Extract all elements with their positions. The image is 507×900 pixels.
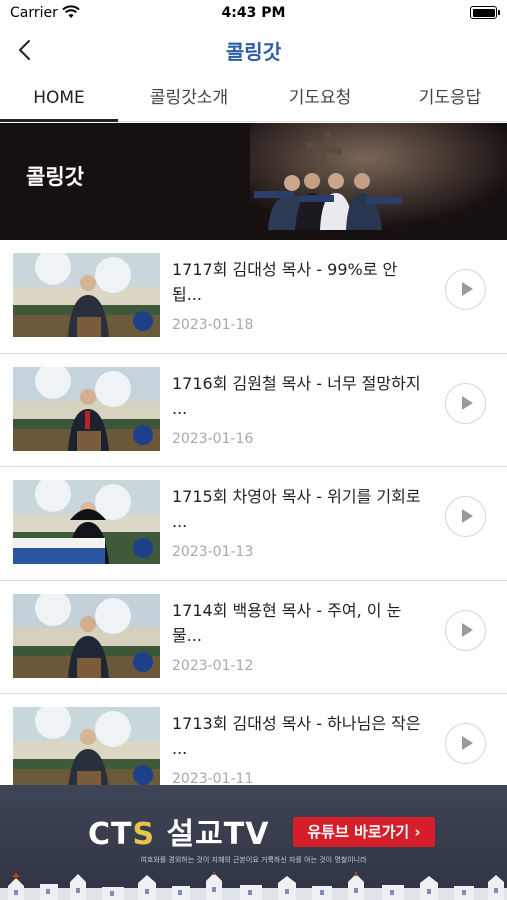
video-item[interactable]: 1716회 김원철 목사 - 너무 절망하지 ... 2023-01-16 [0, 354, 507, 467]
video-thumbnail [13, 480, 160, 564]
play-button[interactable] [445, 723, 486, 764]
play-button[interactable] [445, 609, 486, 651]
video-title: 1717회 김대성 목사 - 99%로 안 됩... [172, 260, 398, 304]
play-icon [462, 282, 473, 296]
video-date: 2023-01-12 [172, 657, 254, 674]
video-list: 1717회 김대성 목사 - 99%로 안 됩... 2023-01-18 17… [0, 240, 507, 785]
video-date: 2023-01-11 [172, 771, 254, 785]
ad-tagline: 여호와를 경외하는 것이 지혜의 근본이요 거룩하신 자를 아는 것이 명철이니… [140, 856, 367, 864]
video-item[interactable]: 1715회 차영아 목사 - 위기를 기회로 ... 2023-01-13 [0, 467, 507, 581]
banner-title: 콜링갓 [26, 165, 84, 189]
play-icon [462, 736, 473, 750]
play-button[interactable] [445, 382, 486, 424]
tab-introduction[interactable]: 콜링갓소개 [127, 76, 251, 122]
program-banner: 콜링갓 [0, 123, 507, 240]
tab-bar: HOME 콜링갓소개 기도요청 기도응답 [0, 76, 507, 122]
town-skyline-illustration [0, 872, 507, 900]
page-title: 콜링갓 [225, 40, 282, 64]
video-item[interactable]: 1717회 김대성 목사 - 99%로 안 됩... 2023-01-18 [0, 240, 507, 354]
logo-text-prefix: CT [88, 817, 133, 852]
video-title: 1713회 김대성 목사 - 하나님은 작은 ... [172, 714, 421, 758]
play-icon [462, 509, 473, 523]
video-title: 1714회 백용현 목사 - 주여, 이 눈물... [172, 600, 402, 645]
cts-ad-banner[interactable]: CTS 설교TV 유튜브 바로가기 › 여호와를 경외하는 것이 지혜의 근본이… [0, 785, 507, 900]
video-title: 1715회 차영아 목사 - 위기를 기회로 ... [172, 487, 421, 531]
tab-underline [0, 119, 118, 122]
play-button[interactable] [445, 496, 486, 537]
play-button[interactable] [445, 269, 486, 310]
video-item[interactable]: 1714회 백용현 목사 - 주여, 이 눈물... 2023-01-12 [0, 581, 507, 694]
status-bar: Carrier 4:43 PM [0, 0, 507, 28]
tab-prayer-answer[interactable]: 기도응답 [388, 76, 507, 122]
play-icon [462, 395, 473, 410]
navigation-bar: 콜링갓 [0, 28, 507, 72]
hosts-image [250, 123, 507, 240]
tab-prayer-request[interactable]: 기도요청 [258, 76, 382, 122]
video-thumbnail [13, 593, 160, 678]
video-date: 2023-01-13 [172, 544, 254, 560]
youtube-link-button[interactable]: 유튜브 바로가기 › [293, 817, 435, 847]
cts-logo: CTS 설교TV [88, 809, 269, 853]
logo-text-suffix: 설교TV [155, 817, 270, 852]
battery-icon [470, 6, 500, 19]
clock: 4:43 PM [221, 5, 286, 21]
video-date: 2023-01-16 [172, 430, 254, 447]
video-title: 1716회 김원철 목사 - 너무 절망하지 ... [172, 373, 421, 418]
tab-home[interactable]: HOME [0, 76, 118, 122]
logo-text-s: S [132, 817, 156, 852]
video-thumbnail [13, 707, 160, 785]
video-item[interactable]: 1713회 김대성 목사 - 하나님은 작은 ... 2023-01-11 [0, 694, 507, 785]
video-date: 2023-01-18 [172, 317, 254, 333]
video-thumbnail [13, 253, 160, 337]
video-thumbnail [13, 366, 160, 451]
play-icon [462, 622, 473, 637]
